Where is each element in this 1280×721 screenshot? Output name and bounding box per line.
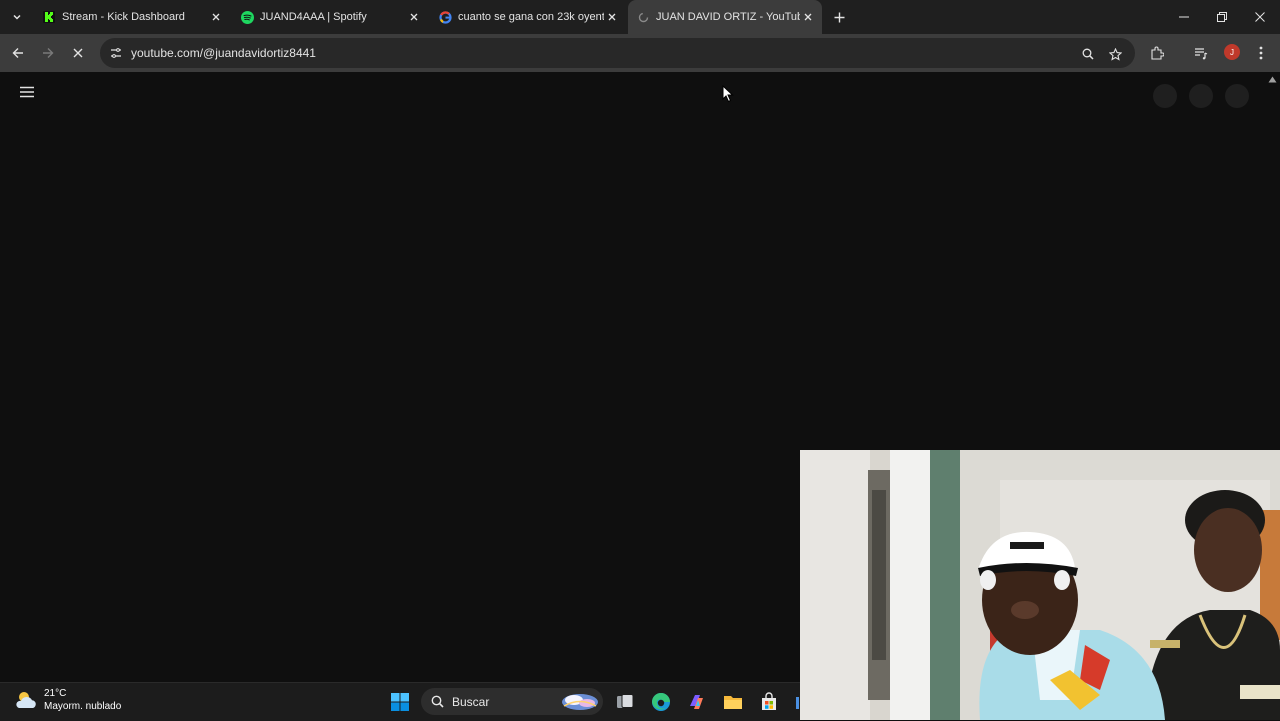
playlist-icon: [1195, 48, 1208, 60]
close-icon: [1255, 12, 1265, 22]
tab-spotify[interactable]: JUAND4AAA | Spotify: [230, 0, 428, 34]
chevron-down-icon: [13, 14, 21, 20]
address-bar[interactable]: youtube.com/@juandavidortiz8441: [100, 38, 1135, 68]
kick-icon: [42, 10, 56, 24]
close-icon: [410, 13, 418, 21]
weather-temperature: 21°C: [44, 688, 67, 699]
tab-title: Stream - Kick Dashboard: [62, 11, 185, 23]
edge-icon[interactable]: [650, 691, 672, 713]
forward-button[interactable]: [38, 43, 58, 63]
minimize-button[interactable]: [1172, 6, 1196, 28]
media-controls-button[interactable]: [1192, 44, 1210, 62]
forward-arrow-icon: [43, 48, 54, 58]
loading-icon: [636, 10, 650, 24]
taskbar-search-box[interactable]: Buscar: [421, 688, 603, 715]
weather-condition: Mayorm. nublado: [44, 701, 122, 712]
back-arrow-icon: [12, 48, 23, 58]
skeleton-placeholder: [1153, 84, 1177, 108]
close-window-button[interactable]: [1248, 6, 1272, 28]
spotify-icon: [240, 10, 254, 24]
close-tab-button[interactable]: [406, 9, 422, 25]
windows-start-icon[interactable]: [390, 692, 410, 712]
weather-widget[interactable]: 21°C Mayorm. nublado: [14, 687, 121, 713]
extensions-button[interactable]: [1148, 44, 1166, 62]
browser-menu-button[interactable]: [1252, 44, 1270, 62]
tab-title: JUAN DAVID ORTIZ - YouTube: [656, 11, 800, 23]
skeleton-placeholder: [1189, 84, 1213, 108]
stop-loading-button[interactable]: [68, 43, 88, 63]
tab-search-button[interactable]: [6, 6, 28, 28]
search-icon: [431, 695, 444, 708]
more-vert-icon: [1259, 46, 1263, 60]
close-tab-button[interactable]: [604, 9, 620, 25]
store-icon[interactable]: [758, 691, 780, 713]
hamburger-menu-icon[interactable]: [17, 84, 37, 100]
browser-toolbar: youtube.com/@juandavidortiz8441: [0, 34, 1280, 72]
tab-google[interactable]: cuanto se gana con 23k oyentes: [428, 0, 626, 34]
skeleton-placeholder: [1225, 84, 1249, 108]
google-icon: [438, 10, 452, 24]
new-tab-button[interactable]: [830, 8, 848, 26]
zoom-icon[interactable]: [1080, 46, 1096, 62]
task-view-icon[interactable]: [614, 691, 636, 713]
back-button[interactable]: [8, 43, 28, 63]
close-icon: [608, 13, 616, 21]
close-icon: [804, 13, 812, 21]
restore-button[interactable]: [1210, 6, 1234, 28]
tab-title: cuanto se gana con 23k oyentes: [458, 11, 604, 23]
search-highlight-icon: [562, 694, 598, 710]
puzzle-icon: [1151, 46, 1164, 60]
tab-strip: Stream - Kick Dashboard JUAND4AAA | Spot…: [0, 0, 1280, 34]
file-explorer-icon[interactable]: [722, 691, 744, 713]
url-text: youtube.com/@juandavidortiz8441: [131, 46, 316, 60]
profile-avatar[interactable]: J: [1224, 44, 1240, 60]
scroll-up-arrow-icon[interactable]: [1268, 76, 1277, 83]
close-tab-button[interactable]: [208, 9, 224, 25]
taskbar-app-overflow: [796, 697, 799, 709]
plus-icon: [834, 12, 844, 22]
bookmark-star-icon[interactable]: [1107, 46, 1123, 62]
close-icon: [73, 48, 83, 58]
search-placeholder: Buscar: [452, 695, 490, 709]
close-icon: [212, 13, 220, 21]
tab-title: JUAND4AAA | Spotify: [260, 11, 367, 23]
webcam-scene: [800, 450, 1280, 720]
site-info-icon[interactable]: [108, 45, 124, 61]
webcam-overlay: [800, 450, 1280, 720]
mouse-cursor-icon: [722, 85, 734, 103]
windows-taskbar: 21°C Mayorm. nublado Buscar: [0, 682, 800, 721]
copilot-icon[interactable]: [686, 691, 708, 713]
minimize-icon: [1179, 16, 1189, 18]
close-tab-button[interactable]: [800, 9, 816, 25]
partly-cloudy-icon: [16, 692, 36, 708]
tab-youtube[interactable]: JUAN DAVID ORTIZ - YouTube: [628, 0, 822, 34]
tab-kick[interactable]: Stream - Kick Dashboard: [32, 0, 230, 34]
restore-icon: [1217, 12, 1227, 22]
